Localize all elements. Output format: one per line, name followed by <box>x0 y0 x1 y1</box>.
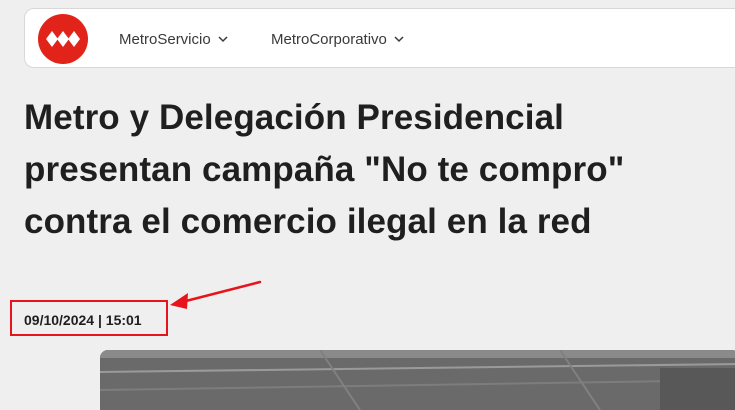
top-navbar: MetroServicio MetroCorporativo <box>24 8 735 68</box>
nav-item-label: MetroServicio <box>119 30 211 48</box>
article-dateline: 09/10/2024 | 15:01 <box>24 312 142 328</box>
metro-diamonds-icon <box>46 31 80 47</box>
chevron-down-icon <box>394 36 404 43</box>
chevron-down-icon <box>218 36 228 43</box>
ceiling-image <box>100 350 735 410</box>
nav-item-label: MetroCorporativo <box>271 30 387 48</box>
annotation-arrow <box>170 280 262 309</box>
date-separator: | <box>97 312 102 328</box>
metro-logo[interactable] <box>38 14 88 64</box>
article-title: Metro y Delegación Presidencial presenta… <box>24 98 625 241</box>
article-hero-image <box>100 350 735 410</box>
article-time: 15:01 <box>105 312 142 328</box>
article-date: 09/10/2024 <box>24 312 95 328</box>
nav-item-metroservicio[interactable]: MetroServicio <box>119 29 229 49</box>
nav-item-metrocorporativo[interactable]: MetroCorporativo <box>271 29 405 49</box>
